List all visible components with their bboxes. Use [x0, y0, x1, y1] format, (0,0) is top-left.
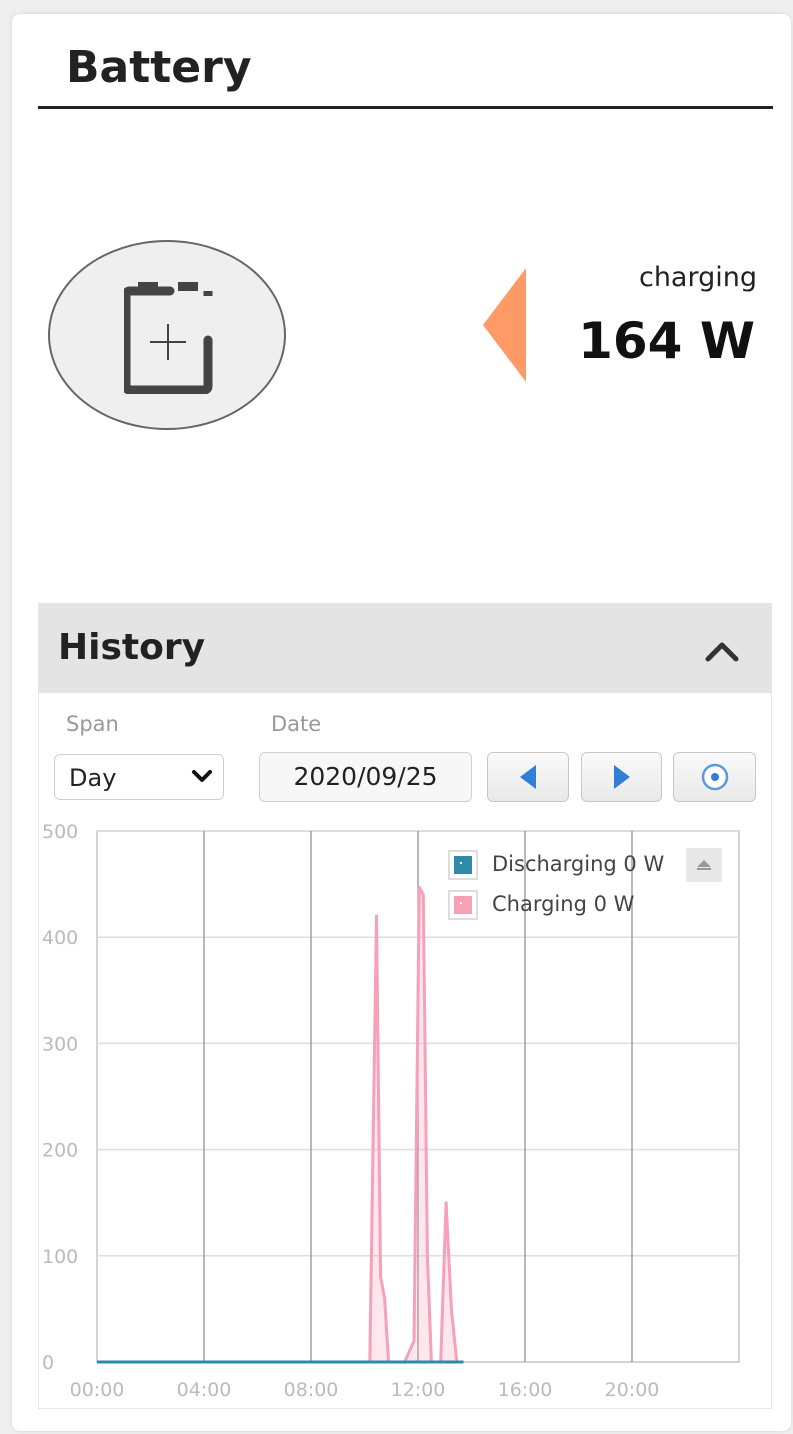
legend-label-discharging: Discharging 0 W [492, 852, 665, 876]
chart-legend: Discharging 0 W Charging 0 W [448, 848, 724, 924]
legend-label-charging: Charging 0 W [492, 892, 635, 916]
battery-power-value: 164 W [578, 312, 755, 370]
battery-state-label: charging [638, 262, 757, 293]
legend-swatch-charging [448, 890, 478, 920]
y-tick-label: 400 [42, 927, 78, 949]
x-tick-label: 00:00 [70, 1379, 125, 1401]
next-day-button[interactable] [581, 752, 662, 802]
x-tick-label: 12:00 [391, 1379, 446, 1401]
date-input[interactable]: 2020/09/25 [259, 752, 472, 802]
triangle-left-icon [520, 765, 536, 789]
y-tick-label: 200 [42, 1140, 78, 1162]
span-label: Span [66, 712, 119, 736]
chevron-down-icon [192, 770, 212, 782]
today-button[interactable] [673, 752, 756, 802]
x-tick-label: 08:00 [284, 1379, 339, 1401]
triangle-right-icon [613, 765, 630, 789]
record-icon [701, 763, 728, 791]
previous-day-button[interactable] [487, 752, 569, 802]
y-tick-label: 100 [42, 1246, 78, 1268]
eject-icon [697, 860, 711, 870]
x-tick-label: 20:00 [605, 1379, 660, 1401]
y-tick-label: 0 [42, 1352, 54, 1374]
battery-charging-icon [124, 282, 213, 394]
collapse-history-button[interactable] [702, 633, 742, 667]
legend-swatch-discharging [448, 850, 478, 880]
history-title: History [58, 627, 206, 668]
date-label: Date [271, 712, 322, 736]
legend-toggle-button[interactable] [686, 848, 722, 882]
history-header[interactable]: History [38, 603, 772, 693]
span-select[interactable]: Day [54, 754, 224, 800]
chevron-up-icon [705, 642, 739, 662]
flow-arrow-shape [483, 268, 526, 382]
charging-flow-arrow [483, 268, 526, 382]
title-divider [38, 106, 773, 109]
panel-title: Battery [66, 42, 252, 93]
y-tick-label: 300 [42, 1033, 78, 1055]
x-tick-label: 04:00 [177, 1379, 232, 1401]
y-tick-label: 500 [42, 821, 78, 843]
span-select-value: Day [69, 764, 117, 792]
x-tick-label: 16:00 [498, 1379, 553, 1401]
